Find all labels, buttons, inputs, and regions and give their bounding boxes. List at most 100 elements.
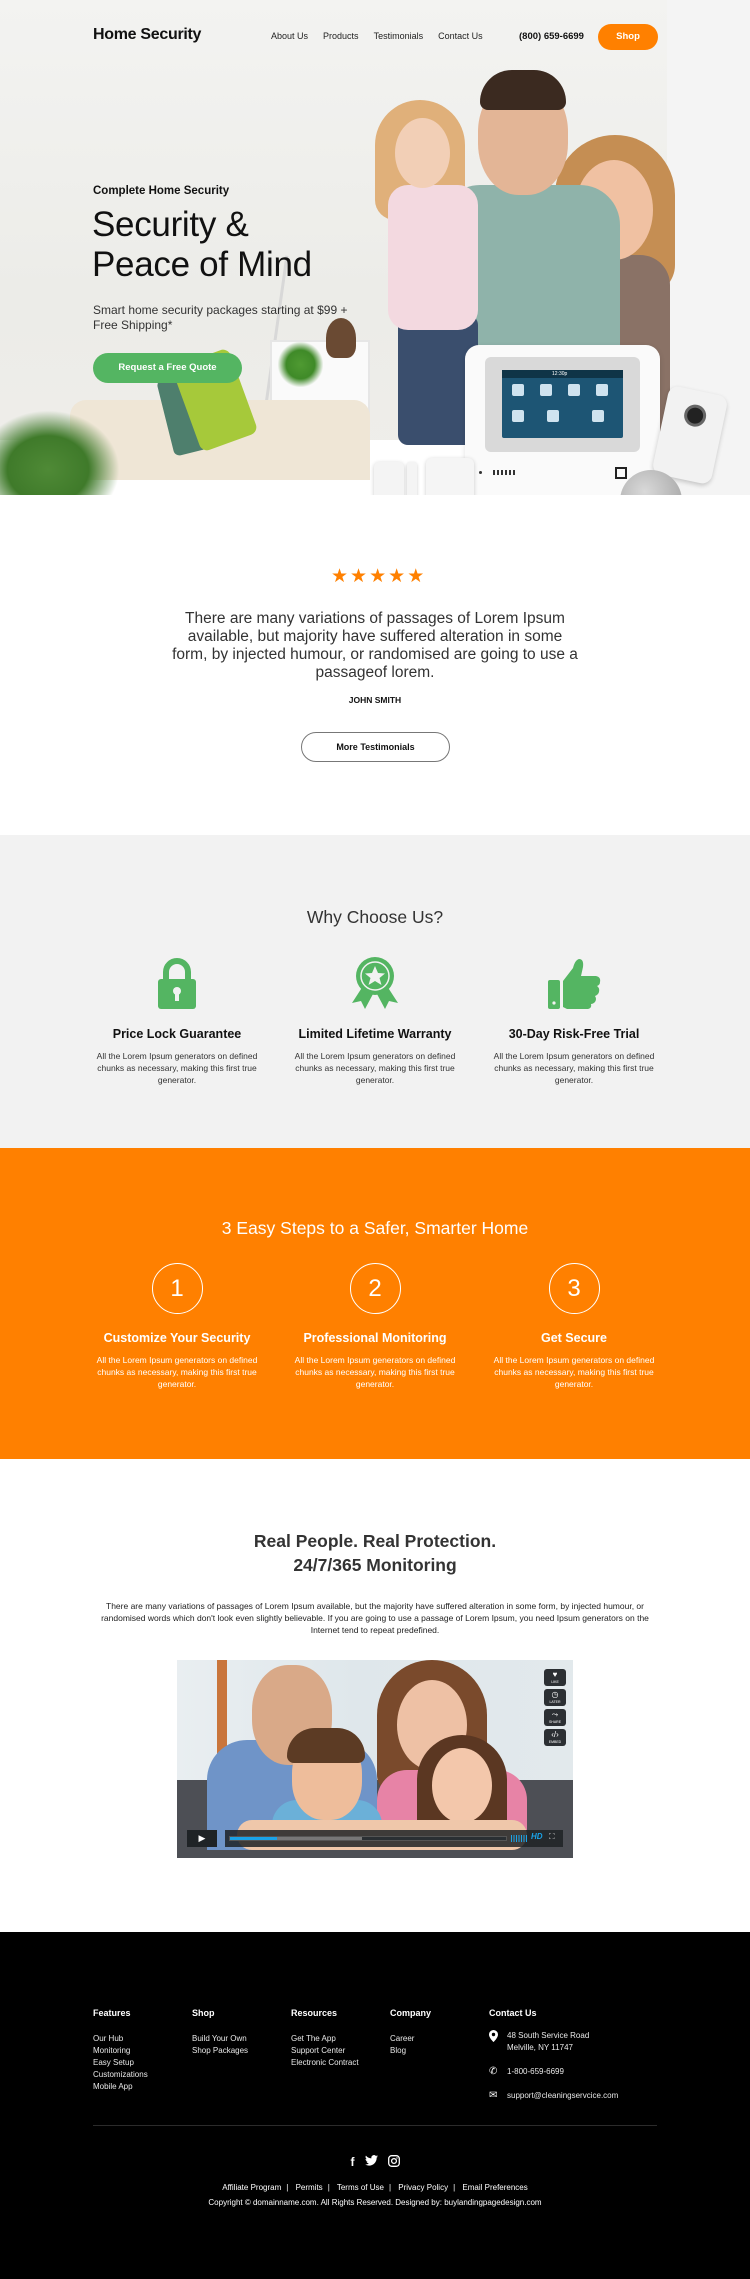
why-choose-us-section: Why Choose Us? Price Lock Guarantee All … (0, 835, 750, 1148)
video-embed-button[interactable]: ‹/› EMBED (544, 1729, 566, 1746)
monitoring-title-line2: 24/7/365 Monitoring (293, 1555, 457, 1575)
feature-title: Limited Lifetime Warranty (298, 1027, 452, 1041)
footer-legal-links: Affiliate Program | Permits | Terms of Use… (222, 2183, 528, 2192)
security-control-panel: 12:30p (465, 345, 660, 495)
terms-link[interactable]: Terms of Use (337, 2183, 384, 2192)
footer-phone-link[interactable]: 1-800-659-6699 (507, 2066, 564, 2078)
logo[interactable]: Home Security (93, 26, 201, 44)
contact-email: ✉ support@cleaningservcice.com (489, 2090, 618, 2102)
why-title: Why Choose Us? (306, 907, 444, 927)
nav-testimonials[interactable]: Testimonials (374, 31, 424, 41)
feature-item: Price Lock Guarantee All the Lorem Ipsum… (87, 950, 267, 1086)
embed-icon: ‹/› (551, 1730, 559, 1739)
shop-button[interactable]: Shop (598, 24, 658, 50)
hero-subtitle: Smart home security packages starting at… (93, 303, 348, 332)
footer-email-link[interactable]: support@cleaningservcice.com (507, 2090, 618, 2102)
copyright: Copyright © domainname.com. All Rights R… (208, 2198, 542, 2207)
footer-column-features: Features Our Hub Monitoring Easy Setup C… (93, 2008, 148, 2093)
video-like-button[interactable]: ♥ LIKE (544, 1669, 566, 1686)
step-number: 1 (151, 1263, 203, 1314)
feature-title: 30-Day Risk-Free Trial (508, 1027, 640, 1041)
affiliate-program-link[interactable]: Affiliate Program (222, 2183, 281, 2192)
volume-icon[interactable] (511, 1835, 528, 1842)
door-sensor (374, 462, 404, 495)
footer-link[interactable]: Career (390, 2033, 431, 2045)
video-share-button[interactable]: ⤳ SHARE (544, 1709, 566, 1726)
clock-icon: ◷ (551, 1690, 559, 1699)
feature-title: Price Lock Guarantee (112, 1027, 242, 1041)
heart-icon: ♥ (552, 1670, 558, 1679)
instagram-icon[interactable] (387, 2155, 400, 2170)
phone-icon: ✆ (489, 2066, 498, 2077)
star-icon: ★ (350, 566, 368, 587)
footer-column-title: Resources (291, 2008, 338, 2018)
testimonial-author: JOHN SMITH (348, 695, 402, 705)
nav-contact-us[interactable]: Contact Us (438, 31, 483, 41)
padlock-icon (87, 950, 267, 1010)
step-title: Get Secure (540, 1331, 607, 1345)
step-text: All the Lorem Ipsum generators on define… (294, 1355, 456, 1389)
footer-link[interactable]: Our Hub (93, 2033, 148, 2045)
video-seek-bar[interactable] (229, 1836, 507, 1841)
footer-link[interactable]: Build Your Own (192, 2033, 248, 2045)
more-testimonials-button[interactable]: More Testimonials (301, 732, 450, 762)
star-icon: ★ (369, 566, 387, 587)
header-phone[interactable]: (800) 659-6699 (519, 31, 584, 42)
step-text: All the Lorem Ipsum generators on define… (493, 1355, 655, 1389)
footer-link[interactable]: Easy Setup (93, 2057, 148, 2069)
footer-column-title: Shop (192, 2008, 215, 2018)
star-icon: ★ (407, 566, 425, 587)
permits-link[interactable]: Permits (296, 2183, 323, 2192)
feature-text: All the Lorem Ipsum generators on define… (294, 1051, 456, 1085)
contact-phone: ✆ 1-800-659-6699 (489, 2066, 618, 2078)
footer-link[interactable]: Shop Packages (192, 2045, 248, 2057)
nav-products[interactable]: Products (323, 31, 359, 41)
footer-link[interactable]: Get The App (291, 2033, 359, 2045)
footer-link[interactable]: Electronic Contract (291, 2057, 359, 2069)
testimonial-section: ★ ★ ★ ★ ★ There are many variations of p… (0, 495, 750, 835)
hero-plant (0, 410, 120, 495)
footer-link[interactable]: Monitoring (93, 2045, 148, 2057)
monitoring-section: Real People. Real Protection. 24/7/365 M… (0, 1459, 750, 1932)
hero-kicker: Complete Home Security (93, 185, 230, 197)
steps-section: 3 Easy Steps to a Safer, Smarter Home 1 … (0, 1148, 750, 1459)
fullscreen-icon[interactable]: ⛶ (549, 1832, 555, 1842)
hd-toggle[interactable]: HD (531, 1832, 543, 1841)
testimonial-quote: There are many variations of passages of… (172, 610, 578, 681)
address-line1: 48 South Service Road (507, 2031, 590, 2040)
step-number: 3 (548, 1263, 600, 1314)
window-sensor (407, 462, 417, 495)
footer-column-shop: Shop Build Your Own Shop Packages (192, 2008, 248, 2057)
footer-column-title: Company (390, 2008, 432, 2018)
footer-link[interactable]: Customizations (93, 2069, 148, 2081)
top-nav: Home Security About Us Products Testimon… (0, 0, 750, 75)
facebook-icon[interactable]: f (351, 2155, 355, 2170)
footer-link[interactable]: Blog (390, 2045, 431, 2057)
control-panel-time: 12:30p (552, 371, 568, 377)
control-panel-screen: 12:30p (502, 370, 623, 438)
video-controls: ▶ HD ⛶ (187, 1830, 563, 1847)
address-line2: Melville, NY 11747 (507, 2043, 573, 2052)
privacy-link[interactable]: Privacy Policy (398, 2183, 448, 2192)
play-button[interactable]: ▶ (187, 1830, 217, 1847)
email-preferences-link[interactable]: Email Preferences (462, 2183, 527, 2192)
footer-link[interactable]: Support Center (291, 2045, 359, 2057)
footer-contact-title: Contact Us (489, 2008, 537, 2018)
footer-link[interactable]: Mobile App (93, 2081, 148, 2093)
video-later-button[interactable]: ◷ LATER (544, 1689, 566, 1706)
twitter-icon[interactable] (364, 2155, 378, 2170)
nav-about-us[interactable]: About Us (271, 31, 308, 41)
star-icon: ★ (331, 566, 349, 587)
feature-item: 30-Day Risk-Free Trial All the Lorem Ips… (484, 950, 664, 1086)
monitoring-title-line1: Real People. Real Protection. (253, 1531, 497, 1551)
video-player[interactable]: ♥ LIKE ◷ LATER ⤳ SHARE ‹/› EMBED ▶ HD ⛶ (177, 1660, 573, 1858)
step-item: 3 Get Secure All the Lorem Ipsum generat… (484, 1263, 664, 1390)
hero-title-line2: Peace of Mind (92, 245, 312, 284)
share-icon: ⤳ (551, 1710, 559, 1719)
footer-column-title: Features (93, 2008, 131, 2018)
video-progress-bar (230, 1837, 277, 1840)
social-links: f (0, 2155, 750, 2170)
step-title: Customize Your Security (103, 1331, 251, 1345)
request-quote-button[interactable]: Request a Free Quote (93, 353, 242, 383)
motion-sensor (426, 458, 474, 495)
